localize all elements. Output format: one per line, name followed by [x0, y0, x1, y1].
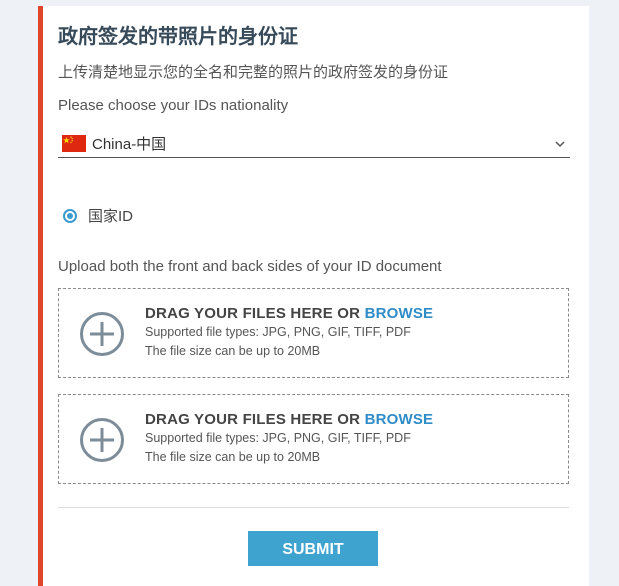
file-size-limit: The file size can be up to 20MB: [145, 344, 321, 358]
upload-dropzone-front[interactable]: DRAG YOUR FILES HERE OR BROWSE Supported…: [58, 288, 569, 378]
submit-button[interactable]: SUBMIT: [248, 531, 378, 566]
browse-link[interactable]: BROWSE: [365, 411, 434, 428]
page-subtitle: 上传清楚地显示您的全名和完整的照片的政府签发的身份证: [58, 64, 449, 81]
nationality-select[interactable]: China-中国: [58, 130, 570, 158]
id-upload-card: 政府签发的带照片的身份证 上传清楚地显示您的全名和完整的照片的政府签发的身份证 …: [38, 6, 589, 586]
document-type-national-id[interactable]: 国家ID: [63, 205, 133, 226]
divider: [58, 507, 569, 508]
plus-circle-icon[interactable]: [79, 417, 125, 468]
radio-dot: [67, 212, 73, 219]
file-size-limit: The file size can be up to 20MB: [145, 450, 321, 464]
dropzone-heading-text: DRAG YOUR FILES HERE OR: [145, 411, 361, 428]
dropzone-heading-text: DRAG YOUR FILES HERE OR: [145, 305, 361, 322]
nationality-value: China-中国: [92, 136, 167, 153]
dropzone-heading: DRAG YOUR FILES HERE OR BROWSE: [145, 411, 433, 429]
nationality-label: Please choose your IDs nationality: [58, 97, 289, 114]
supported-file-types: Supported file types: JPG, PNG, GIF, TIF…: [145, 325, 411, 339]
radio-button-selected[interactable]: [63, 208, 77, 223]
upload-instructions: Upload both the front and back sides of …: [58, 258, 442, 275]
plus-circle-icon[interactable]: [79, 311, 125, 362]
china-flag-icon: [62, 135, 86, 152]
supported-file-types: Supported file types: JPG, PNG, GIF, TIF…: [145, 431, 411, 445]
dropzone-text: DRAG YOUR FILES HERE OR BROWSE Supported…: [145, 305, 433, 361]
browse-link[interactable]: BROWSE: [365, 305, 434, 322]
page-title: 政府签发的带照片的身份证: [58, 26, 298, 48]
upload-dropzone-back[interactable]: DRAG YOUR FILES HERE OR BROWSE Supported…: [58, 394, 569, 484]
radio-label: 国家ID: [88, 208, 134, 225]
chevron-down-icon[interactable]: [554, 136, 566, 154]
dropzone-heading: DRAG YOUR FILES HERE OR BROWSE: [145, 305, 433, 323]
dropzone-text: DRAG YOUR FILES HERE OR BROWSE Supported…: [145, 411, 433, 467]
